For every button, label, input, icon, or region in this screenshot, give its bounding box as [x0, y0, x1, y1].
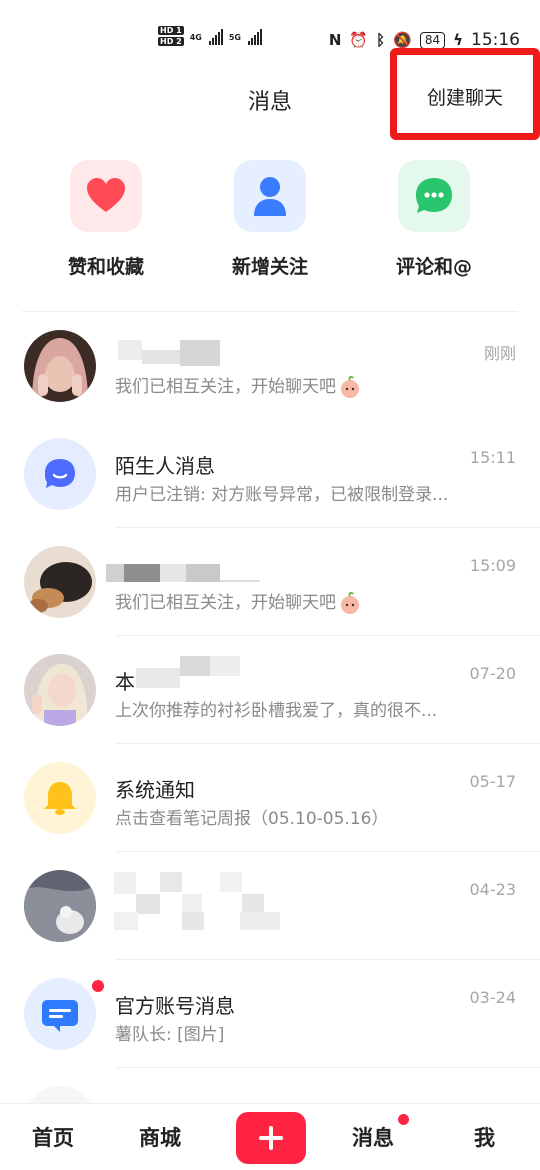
plus-icon [259, 1126, 283, 1150]
tab-me[interactable]: 我 [474, 1122, 495, 1152]
hd-badges: HD 1 HD 2 [158, 26, 184, 48]
conversation-name: 本 [115, 670, 135, 694]
signal-area: HD 1 HD 2 4G 5G [158, 26, 262, 48]
conversation-row[interactable]: 官方账号消息 薯队长: [图片] 03-24 [0, 960, 540, 1068]
status-icons: N ⏰ ᛒ 🔕 84 ϟ 15:16 [329, 30, 520, 50]
network-5g: 5G [228, 32, 241, 42]
bluetooth-icon: ᛒ [376, 31, 386, 49]
conversation-name: 官方账号消息 [115, 994, 235, 1018]
message-preview: 薯队长: [图片] [115, 1025, 225, 1045]
likes-collections-button[interactable]: 赞和收藏 [46, 160, 166, 279]
network-4g: 4G [189, 32, 202, 42]
conversation-row[interactable]: 陌生人消息 用户已注销: 对方账号异常，已被限制登录... 15:11 [0, 420, 540, 528]
message-preview: 我们已相互关注，开始聊天吧 [115, 588, 515, 615]
signal-icon [208, 29, 223, 45]
avatar [24, 438, 96, 510]
conversation-list: 我们已相互关注，开始聊天吧 刚刚 陌生人消息 用户已注销: 对方账号异常，已被限… [0, 312, 540, 1170]
likes-collections-label: 赞和收藏 [67, 256, 144, 278]
post-button[interactable] [236, 1112, 306, 1164]
conversation-time: 05-17 [469, 772, 517, 791]
mute-icon: 🔕 [393, 31, 412, 49]
create-chat-button[interactable]: 创建聊天 [390, 48, 540, 140]
avatar [24, 870, 96, 942]
messages-unread-dot [398, 1114, 409, 1125]
message-preview: 点击查看笔记周报（05.10-05.16） [115, 809, 389, 829]
nfc-icon: N [328, 31, 342, 49]
message-preview: 用户已注销: 对方账号异常，已被限制登录... [115, 485, 449, 505]
conversation-time: 03-24 [469, 988, 517, 1007]
person-tile [234, 160, 306, 232]
conversation-time: 04-23 [469, 880, 517, 899]
tab-home[interactable]: 首页 [32, 1122, 74, 1152]
person-icon [254, 177, 286, 216]
new-followers-label: 新增关注 [231, 256, 308, 278]
comments-mentions-button[interactable]: 评论和@ [374, 160, 494, 279]
comment-icon [416, 178, 452, 213]
comment-tile [398, 160, 470, 232]
bell-icon [44, 782, 76, 815]
peach-emoji-icon [341, 375, 359, 398]
bottom-tab-bar: 首页 商城 消息 我 [0, 1103, 540, 1170]
avatar [24, 654, 96, 726]
hd1-badge: HD 1 [158, 26, 184, 35]
avatar [24, 978, 96, 1050]
official-message-icon [42, 1000, 78, 1032]
alarm-icon: ⏰ [349, 31, 369, 49]
avatar [24, 330, 96, 402]
comments-mentions-label: 评论和@ [395, 256, 472, 278]
message-preview: 我们已相互关注，开始聊天吧 [115, 372, 515, 399]
signal-icon-2 [247, 29, 262, 45]
conversation-name: 系统通知 [115, 778, 195, 802]
quick-actions: 赞和收藏 新增关注 评论和@ [0, 160, 540, 290]
conversation-time: 刚刚 [483, 344, 516, 363]
conversation-time: 15:11 [469, 448, 516, 467]
stranger-chat-icon [45, 459, 75, 488]
tab-mall[interactable]: 商城 [139, 1122, 181, 1152]
heart-icon [87, 178, 125, 212]
conversation-time: 07-20 [469, 664, 517, 683]
clock: 15:16 [471, 30, 520, 50]
avatar [24, 546, 96, 618]
conversation-name: 陌生人消息 [115, 454, 215, 478]
peach-emoji-icon [341, 591, 359, 614]
heart-tile [70, 160, 142, 232]
unread-dot [92, 980, 104, 992]
conversation-row[interactable]: 04-23 [0, 852, 540, 960]
create-chat-label: 创建聊天 [426, 86, 503, 109]
conversation-row[interactable]: 我们已相互关注，开始聊天吧 15:09 [0, 528, 540, 636]
battery-icon: 84 [419, 31, 446, 49]
conversation-row[interactable]: 本 上次你推荐的衬衫卧槽我爱了，真的很不... 07-20 [0, 636, 540, 744]
conversation-time: 15:09 [469, 556, 516, 575]
tab-messages[interactable]: 消息 [352, 1122, 394, 1152]
avatar [24, 762, 96, 834]
messages-screen: HD 1 HD 2 4G 5G N ⏰ ᛒ 🔕 84 ϟ 15:16 消息 创建… [0, 0, 540, 1170]
conversation-row[interactable]: 我们已相互关注，开始聊天吧 刚刚 [0, 312, 540, 420]
new-followers-button[interactable]: 新增关注 [210, 160, 330, 279]
conversation-row[interactable]: 系统通知 点击查看笔记周报（05.10-05.16） 05-17 [0, 744, 540, 852]
message-preview: 上次你推荐的衬衫卧槽我爱了，真的很不... [115, 701, 438, 721]
hd2-badge: HD 2 [158, 37, 184, 46]
charging-icon: ϟ [453, 31, 463, 49]
